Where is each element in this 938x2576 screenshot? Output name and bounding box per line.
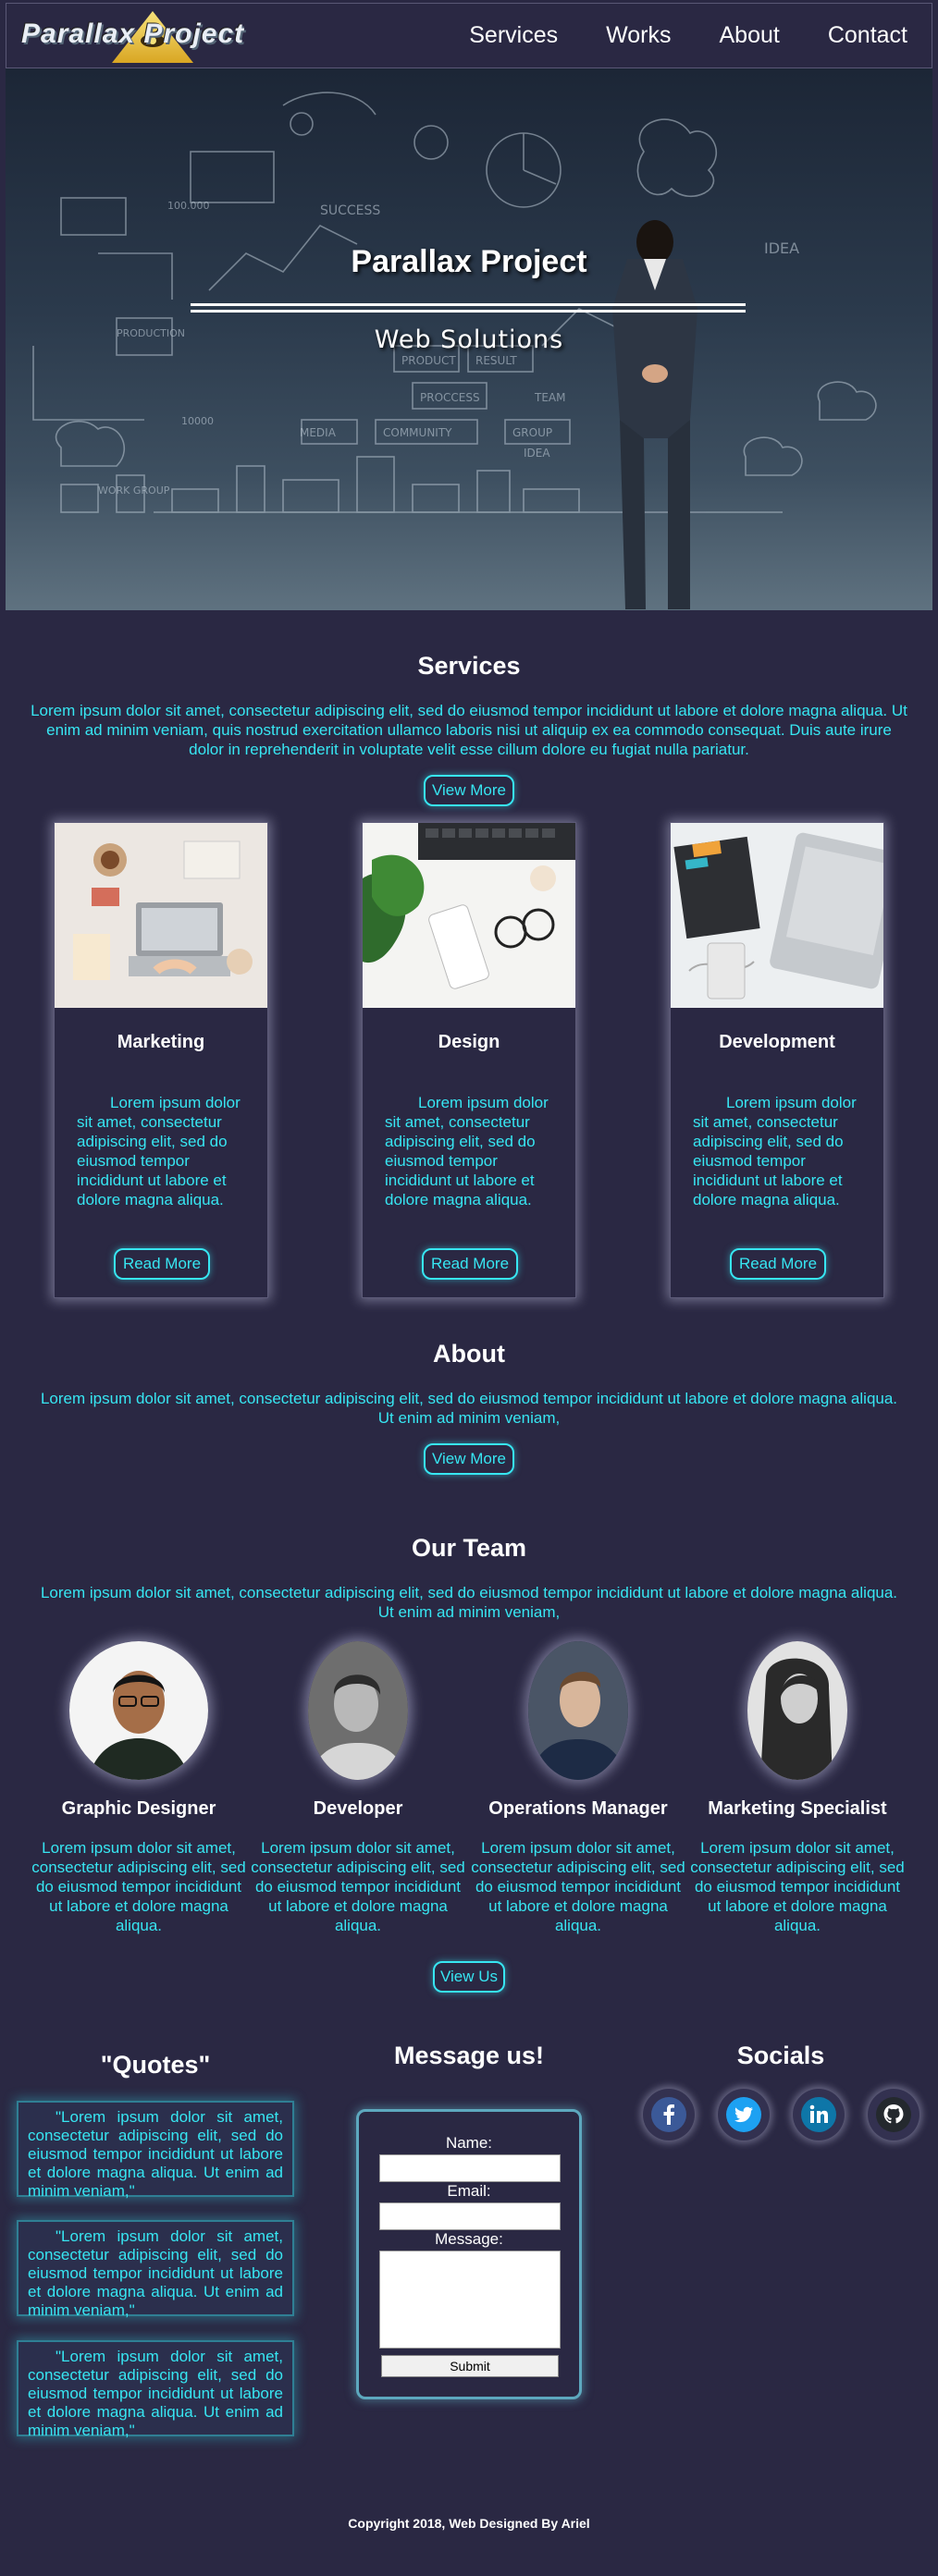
sketch-label: 100.000 [167, 200, 210, 212]
member-role: Graphic Designer [61, 1798, 216, 1819]
member-text: Lorem ipsum dolor sit amet, consectetur … [690, 1839, 905, 1934]
github-link[interactable] [868, 2089, 919, 2141]
about-description: Lorem ipsum dolor sit amet, consectetur … [40, 1390, 898, 1427]
linkedin-icon [801, 2097, 836, 2132]
member-text: Lorem ipsum dolor sit amet, consectetur … [251, 1839, 465, 1934]
nav-links: Services Works About Contact [469, 22, 907, 49]
marketing-read-more-button[interactable]: Read More [114, 1248, 210, 1280]
hero-title: Parallax Project [351, 244, 587, 279]
email-field[interactable] [379, 2202, 561, 2230]
message-field[interactable] [379, 2251, 561, 2349]
socials-title: Socials [736, 2042, 825, 2069]
design-image [363, 823, 575, 1008]
card-title: Development [719, 1032, 835, 1052]
facebook-link[interactable] [643, 2089, 695, 2141]
navbar: Parallax Project Services Works About Co… [6, 3, 932, 68]
card-text: Lorem ipsum dolor sit amet, consectetur … [77, 1094, 241, 1208]
development-read-more-button[interactable]: Read More [730, 1248, 826, 1280]
facebook-icon [651, 2097, 686, 2132]
sketch-label: RESULT [475, 354, 517, 367]
avatar [747, 1641, 847, 1780]
member-text: Lorem ipsum dolor sit amet, consectetur … [471, 1839, 685, 1934]
sketch-label: IDEA [524, 447, 550, 460]
team-member-marketing-specialist: Marketing Specialist Lorem ipsum dolor s… [690, 1641, 905, 1935]
sketch-label: TEAM [534, 391, 565, 404]
team-member-operations-manager: Operations Manager Lorem ipsum dolor sit… [471, 1641, 685, 1935]
avatar [69, 1641, 208, 1780]
twitter-link[interactable] [718, 2089, 770, 2141]
logo-text: Parallax Project [21, 18, 245, 49]
github-icon [876, 2097, 911, 2132]
member-role: Marketing Specialist [708, 1798, 887, 1819]
email-label: Email: [447, 2182, 491, 2200]
avatar [308, 1641, 408, 1780]
sketch-label: PROCCESS [420, 391, 480, 404]
message-label: Message: [435, 2230, 503, 2248]
card-text: Lorem ipsum dolor sit amet, consectetur … [693, 1094, 857, 1208]
team-title: Our Team [411, 1534, 527, 1562]
member-text: Lorem ipsum dolor sit amet, consectetur … [31, 1839, 246, 1934]
team-view-us-button[interactable]: View Us [433, 1961, 505, 1993]
member-role: Operations Manager [488, 1798, 668, 1819]
hero-banner: SUCCESS PRODUCTION PRODUCT RESULT PROCCE… [6, 68, 932, 610]
team-member-developer: Developer Lorem ipsum dolor sit amet, co… [251, 1641, 465, 1935]
card-text: Lorem ipsum dolor sit amet, consectetur … [385, 1094, 549, 1208]
team-description: Lorem ipsum dolor sit amet, consectetur … [40, 1584, 898, 1621]
services-title: Services [417, 652, 521, 680]
footer-copyright: Copyright 2018, Web Designed By Ariel [348, 2516, 590, 2531]
services-view-more-button[interactable]: View More [424, 775, 514, 806]
contact-title: Message us! [393, 2042, 545, 2069]
hero-subtitle: Web Solutions [374, 325, 564, 354]
nav-link-contact[interactable]: Contact [828, 22, 907, 49]
submit-button[interactable]: Submit [381, 2355, 559, 2377]
contact-form: Name: Email: Message: Submit [356, 2109, 582, 2399]
quotes-title: "Quotes" [100, 2051, 211, 2079]
nav-link-works[interactable]: Works [606, 22, 671, 49]
nav-link-services[interactable]: Services [469, 22, 558, 49]
card-title: Design [438, 1032, 500, 1052]
about-view-more-button[interactable]: View More [424, 1443, 514, 1475]
logo[interactable]: Parallax Project [14, 6, 291, 67]
name-field[interactable] [379, 2154, 561, 2182]
hero-divider [191, 303, 746, 313]
member-role: Developer [313, 1798, 403, 1819]
sketch-label: 10000 [181, 415, 214, 427]
development-image [671, 823, 883, 1008]
sketch-label: MEDIA [300, 426, 337, 439]
about-title: About [433, 1340, 505, 1368]
name-label: Name: [445, 2134, 493, 2152]
sketch-label: GROUP [512, 426, 552, 439]
service-card-design: Design Lorem ipsum dolor sit amet, conse… [362, 822, 576, 1298]
quote-item: "Lorem ipsum dolor sit amet, consectetur… [17, 2101, 294, 2200]
quote-item: "Lorem ipsum dolor sit amet, consectetur… [17, 2340, 294, 2439]
card-title: Marketing [117, 1032, 205, 1052]
quote-item: "Lorem ipsum dolor sit amet, consectetur… [17, 2220, 294, 2319]
linkedin-link[interactable] [793, 2089, 845, 2141]
sketch-label: WORK GROUP [98, 485, 170, 497]
service-card-marketing: Marketing Lorem ipsum dolor sit amet, co… [54, 822, 268, 1298]
nav-link-about[interactable]: About [719, 22, 779, 49]
sketch-label: COMMUNITY [383, 426, 452, 439]
team-member-graphic-designer: Graphic Designer Lorem ipsum dolor sit a… [31, 1641, 246, 1935]
service-card-development: Development Lorem ipsum dolor sit amet, … [670, 822, 884, 1298]
avatar [528, 1641, 628, 1780]
design-read-more-button[interactable]: Read More [422, 1248, 518, 1280]
twitter-icon [726, 2097, 761, 2132]
sketch-label: PRODUCT [401, 354, 456, 367]
services-description: Lorem ipsum dolor sit amet, consectetur … [31, 702, 907, 758]
marketing-image [55, 823, 267, 1008]
sketch-label: SUCCESS [320, 203, 380, 218]
